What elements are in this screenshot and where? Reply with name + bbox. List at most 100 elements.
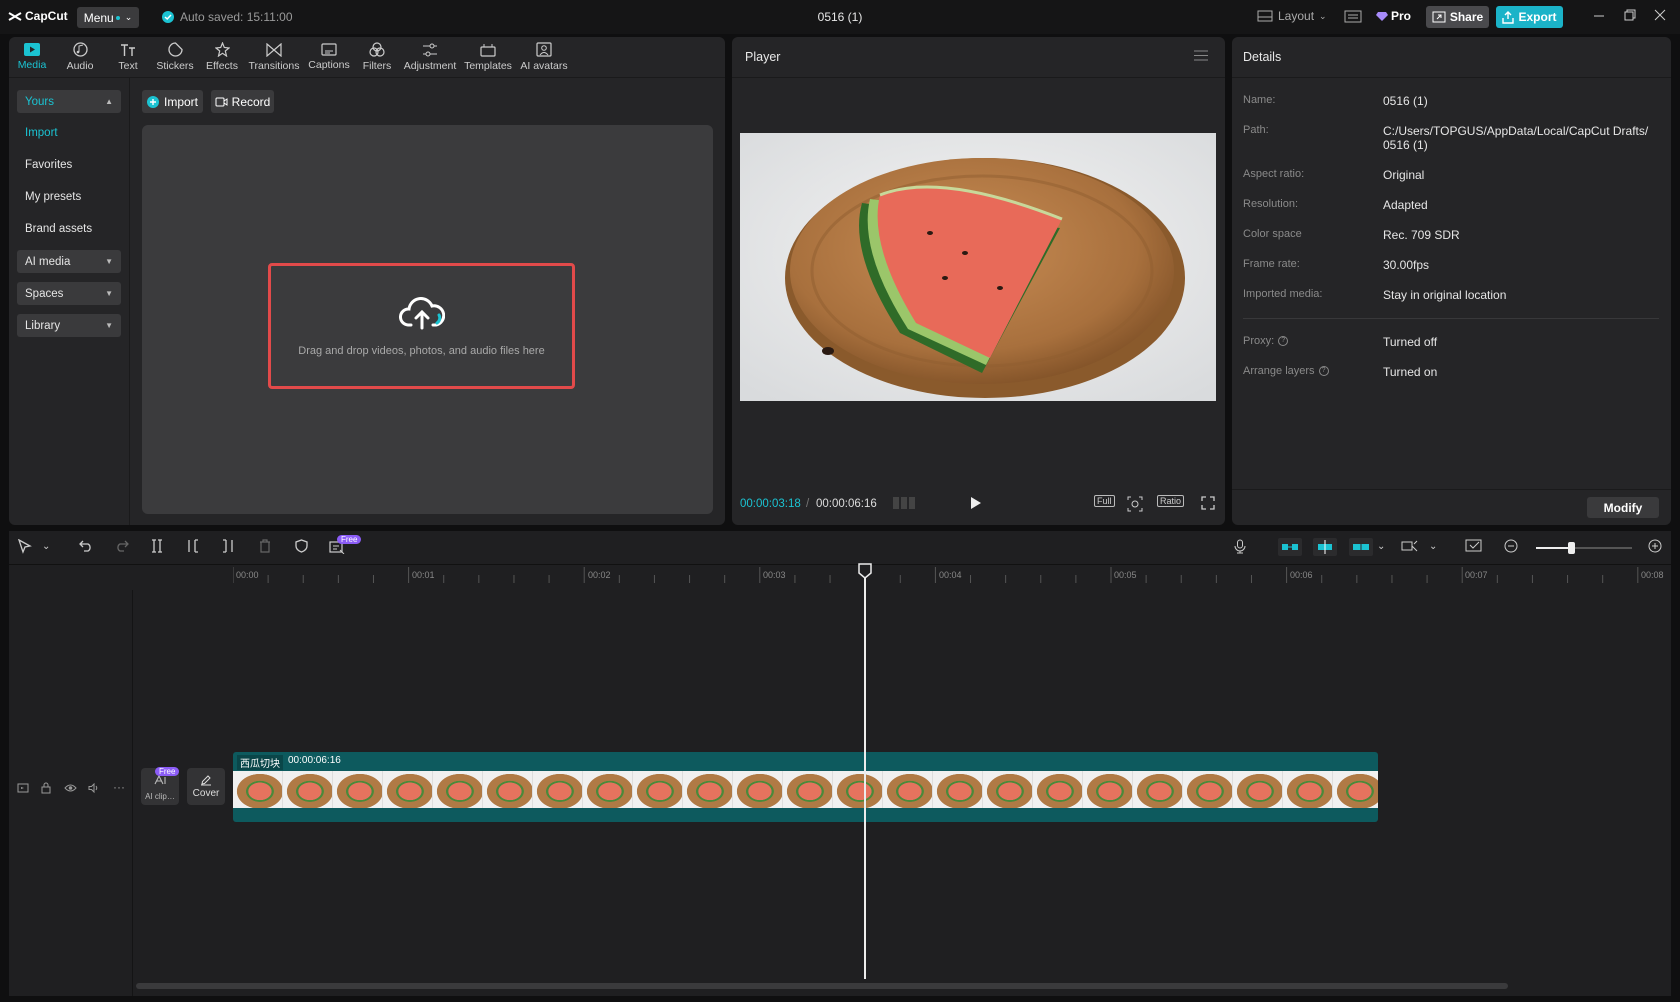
clip-thumbnail-frame: [433, 771, 483, 808]
chevron-down-icon[interactable]: ⌄: [1429, 541, 1437, 552]
tab-filters[interactable]: Filters: [355, 37, 399, 77]
zoom-slider[interactable]: [1536, 542, 1632, 554]
clip-thumbnails: [233, 771, 1378, 808]
zoom-out-icon[interactable]: [1504, 539, 1518, 553]
tab-filters-label: Filters: [362, 60, 392, 72]
linkage-icon[interactable]: [1349, 538, 1373, 556]
clip-thumbnail-frame: [1133, 771, 1183, 808]
sidebar-ai-media-label: AI media: [25, 255, 71, 268]
export-button[interactable]: Export: [1496, 6, 1563, 28]
clip-thumbnail-frame: [1033, 771, 1083, 808]
ai-avatars-icon: [536, 42, 552, 57]
chevron-down-icon: ⌄: [124, 12, 133, 22]
cover-track-icon[interactable]: [17, 783, 29, 793]
sidebar-item-ai-media[interactable]: AI media ▼: [17, 250, 121, 273]
help-icon[interactable]: ?: [1318, 366, 1329, 376]
delete-icon[interactable]: [259, 539, 271, 553]
tab-text[interactable]: Text: [105, 37, 151, 77]
sidebar-item-favorites[interactable]: Favorites: [17, 153, 121, 176]
restore-icon[interactable]: [1624, 9, 1636, 21]
tab-ai-avatars[interactable]: AI avatars: [515, 37, 573, 77]
detail-label-frame-rate: Frame rate:: [1243, 258, 1300, 270]
aspect-ratio-icon[interactable]: [1465, 539, 1482, 553]
detail-value-resolution: Adapted: [1383, 198, 1428, 212]
chevron-down-icon[interactable]: ⌄: [1377, 541, 1385, 552]
ratio-button[interactable]: Ratio: [1157, 495, 1185, 507]
detail-value-proxy[interactable]: Turned off: [1383, 335, 1663, 349]
close-icon[interactable]: [1654, 9, 1666, 21]
tab-stickers[interactable]: Stickers: [151, 37, 199, 77]
arrange-layers-label: Arrange layers: [1243, 365, 1315, 377]
more-options-icon[interactable]: ···: [113, 780, 125, 794]
hamburger-menu-icon[interactable]: [1194, 50, 1208, 61]
captions-icon: [321, 43, 337, 56]
sidebar-spaces-label: Spaces: [25, 287, 64, 300]
playhead[interactable]: [864, 564, 866, 979]
volume-icon[interactable]: [88, 783, 100, 793]
zoom-slider-handle[interactable]: [1568, 542, 1575, 554]
menu-button[interactable]: Menu ⌄: [77, 7, 139, 28]
export-icon: [1502, 10, 1515, 24]
timeline-ruler[interactable]: 00:00 00:01 00:02 00:03 00:04 00:05 00:0…: [233, 565, 1671, 583]
split-icon[interactable]: [151, 539, 163, 553]
video-preview[interactable]: [740, 133, 1216, 401]
cover-button[interactable]: Cover: [187, 768, 225, 805]
zoom-in-icon[interactable]: [1648, 539, 1662, 553]
full-quality-button[interactable]: Full: [1094, 495, 1115, 507]
detail-value-arrange-layers[interactable]: Turned on: [1383, 365, 1663, 379]
sidebar-item-brand-assets[interactable]: Brand assets: [17, 217, 121, 240]
sidebar-item-import[interactable]: Import: [17, 121, 121, 144]
lock-icon[interactable]: [41, 782, 51, 794]
split-right-icon[interactable]: [222, 539, 234, 553]
tick-label: 00:00: [236, 570, 259, 580]
eye-icon[interactable]: [64, 783, 77, 793]
tab-effects[interactable]: Effects: [199, 37, 245, 77]
modify-button[interactable]: Modify: [1587, 497, 1659, 518]
tab-audio[interactable]: Audio: [55, 37, 105, 77]
auto-snap-icon[interactable]: [1313, 538, 1337, 556]
tab-adjustment[interactable]: Adjustment: [399, 37, 461, 77]
chevron-down-icon: ▼: [105, 289, 113, 298]
tab-media[interactable]: Media: [9, 37, 55, 77]
fullscreen-icon[interactable]: [1201, 496, 1215, 510]
tab-templates[interactable]: Templates: [461, 37, 515, 77]
record-button[interactable]: Record: [211, 90, 274, 113]
import-button[interactable]: Import: [142, 90, 203, 113]
sidebar-item-yours[interactable]: Yours ▲: [17, 90, 121, 113]
timeline-grid-icon[interactable]: [893, 496, 915, 510]
keyboard-shortcuts-icon[interactable]: [1344, 10, 1362, 23]
split-left-icon[interactable]: [187, 539, 199, 553]
preview-axis-icon[interactable]: [1401, 539, 1419, 553]
shield-icon[interactable]: [295, 539, 308, 553]
undo-icon[interactable]: [79, 539, 93, 552]
clip-thumbnail-frame: [733, 771, 783, 808]
share-button[interactable]: Share: [1426, 6, 1489, 28]
details-footer-divider: [1232, 489, 1671, 490]
player-divider: [732, 77, 1225, 78]
clip-thumbnail-frame: [233, 771, 283, 808]
detail-value-color-space: Rec. 709 SDR: [1383, 228, 1460, 242]
playhead-handle[interactable]: [858, 563, 872, 579]
tick-label: 00:08: [1641, 570, 1664, 580]
pro-button[interactable]: Pro: [1376, 9, 1411, 23]
zoom-preview-icon[interactable]: [1127, 496, 1143, 512]
tab-captions[interactable]: Captions: [303, 37, 355, 77]
minimize-icon[interactable]: [1593, 9, 1605, 21]
help-icon[interactable]: ?: [1278, 336, 1289, 346]
drop-zone[interactable]: Drag and drop videos, photos, and audio …: [268, 263, 575, 389]
tab-transitions[interactable]: Transitions: [245, 37, 303, 77]
layout-button[interactable]: Layout ⌄: [1257, 9, 1327, 23]
microphone-icon[interactable]: [1234, 539, 1246, 554]
horizontal-scrollbar[interactable]: [136, 983, 1508, 989]
tick-label: 00:06: [1290, 570, 1313, 580]
main-track-magnet-icon[interactable]: [1278, 538, 1302, 556]
chevron-up-icon: ▲: [105, 97, 113, 106]
select-cursor-icon[interactable]: [18, 539, 32, 554]
sidebar-item-my-presets[interactable]: My presets: [17, 185, 121, 208]
time-separator: /: [806, 498, 810, 510]
sidebar-item-library[interactable]: Library ▼: [17, 314, 121, 337]
redo-icon[interactable]: [115, 539, 129, 552]
play-button[interactable]: [970, 496, 982, 510]
chevron-down-icon[interactable]: ⌄: [42, 541, 50, 552]
sidebar-item-spaces[interactable]: Spaces ▼: [17, 282, 121, 305]
